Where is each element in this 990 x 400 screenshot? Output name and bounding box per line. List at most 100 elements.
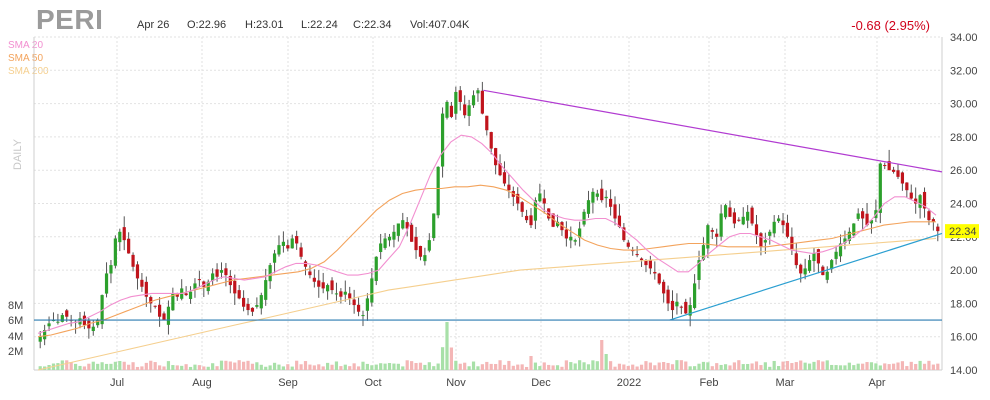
volume-bar — [520, 364, 524, 370]
y-tick-label: 34.00 — [950, 32, 978, 44]
y-tick-label: 30.00 — [950, 99, 978, 111]
volume-bar — [551, 365, 555, 370]
volume-bar — [604, 354, 608, 370]
volume-bar — [255, 362, 259, 370]
x-tick-label: Oct — [364, 377, 381, 389]
volume-bar — [348, 366, 352, 370]
volume-bar — [675, 360, 679, 370]
x-tick-label: Mar — [776, 377, 795, 389]
volume-bar — [162, 366, 166, 370]
candle-body — [785, 222, 790, 237]
candle-body — [799, 264, 803, 274]
last-price-label: 22.34 — [949, 226, 977, 238]
volume-bar — [737, 360, 741, 370]
volume-bar — [560, 366, 564, 370]
volume-tick-label: 6M — [8, 315, 23, 327]
volume-bar — [233, 362, 237, 370]
candle-body — [224, 268, 228, 276]
candle-body — [259, 295, 263, 309]
candle-body — [113, 238, 117, 266]
candle-body — [365, 298, 370, 311]
volume-bar — [277, 364, 281, 370]
volume-bar — [449, 347, 454, 370]
candle-body — [569, 236, 573, 241]
volume-bar — [555, 365, 560, 370]
volume-bar — [710, 366, 714, 370]
volume-bar — [838, 365, 843, 370]
volume-bar — [144, 362, 148, 370]
candle-body — [900, 172, 905, 184]
volume-bar — [392, 363, 396, 370]
candle-body — [47, 323, 51, 327]
trendline-support — [669, 232, 943, 321]
candle-body — [153, 305, 157, 307]
candle-body — [427, 240, 431, 251]
volume-bar — [157, 365, 162, 370]
volume-bar — [900, 361, 905, 370]
candle-body — [834, 251, 838, 259]
volume-bar — [476, 366, 480, 370]
volume-bar — [312, 365, 316, 370]
candle-body — [140, 279, 144, 287]
volume-bar — [166, 361, 171, 370]
candle-body — [215, 269, 219, 277]
volume-bar — [648, 362, 652, 370]
candle-body — [299, 247, 303, 257]
candle-body — [233, 280, 237, 294]
candle-body — [471, 95, 476, 106]
volume-bar — [732, 362, 736, 370]
volume-bar — [268, 365, 272, 370]
volume-bar — [295, 360, 299, 370]
candle-body — [321, 282, 325, 289]
candle-body — [648, 260, 652, 269]
x-tick-label: Sep — [278, 377, 298, 389]
volume-bar — [193, 364, 197, 370]
volume-bar — [573, 363, 577, 370]
candle-body — [414, 236, 418, 251]
volume-bar — [489, 363, 493, 370]
volume-bar — [272, 362, 277, 370]
volume-bar — [250, 363, 255, 370]
candle-body — [604, 196, 608, 199]
y-tick-label: 28.00 — [950, 132, 978, 144]
volume-bar — [246, 360, 250, 370]
price-chart[interactable]: 14.0016.0018.0020.0022.0024.0026.0028.00… — [0, 0, 990, 400]
candle-body — [277, 245, 281, 255]
volume-bar — [631, 364, 635, 370]
candle-body — [197, 279, 201, 281]
volume-bar — [874, 363, 878, 370]
volume-bar — [237, 360, 241, 370]
volume-bar — [626, 365, 630, 370]
volume-bar — [104, 363, 109, 370]
candle-body — [467, 105, 471, 116]
candle-body — [896, 170, 900, 177]
candle-body — [361, 315, 365, 317]
volume-tick-label: 4M — [8, 331, 23, 343]
volume-bar — [224, 360, 228, 370]
candle-body — [166, 306, 171, 325]
volume-bar — [852, 365, 856, 370]
volume-bar — [657, 362, 661, 370]
trendline-resistance — [483, 89, 943, 173]
candle-body — [330, 280, 334, 291]
volume-bar — [891, 363, 896, 370]
volume-bar — [608, 361, 613, 370]
candle-body — [825, 271, 829, 280]
volume-bar — [905, 366, 909, 370]
volume-bar — [175, 365, 179, 370]
volume-bar — [343, 364, 347, 370]
volume-bar — [635, 366, 639, 370]
volume-bar — [427, 362, 431, 370]
volume-bar — [215, 366, 219, 370]
volume-bar — [299, 364, 303, 370]
candle-body — [909, 192, 913, 199]
volume-bar — [184, 364, 188, 370]
volume-bar — [670, 364, 675, 370]
candle-body — [684, 301, 688, 314]
volume-bar — [109, 363, 113, 370]
volume-bar — [701, 361, 706, 370]
volume-bar — [936, 363, 940, 370]
volume-bar — [73, 363, 78, 370]
volume-bar — [471, 361, 476, 370]
candle-body — [268, 265, 272, 282]
